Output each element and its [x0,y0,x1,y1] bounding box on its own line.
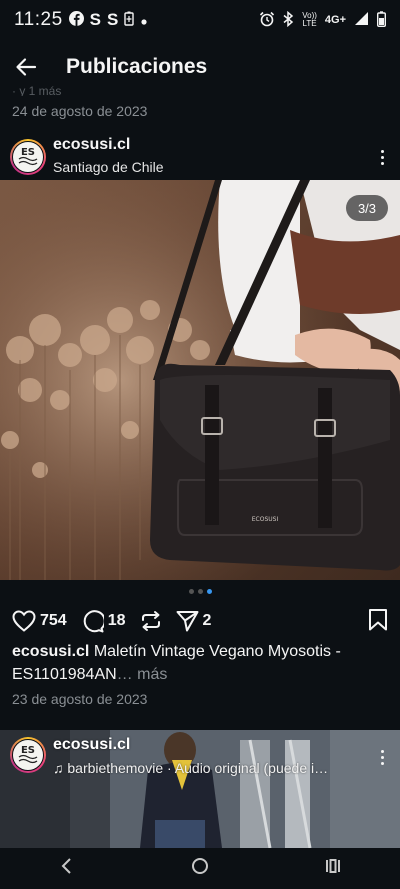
alarm-icon [259,11,275,30]
caption-more-link[interactable]: … más [117,666,168,683]
music-note-icon: ♫ [53,760,68,776]
photo-illustration: ECOSUSI [0,180,400,580]
caption-username[interactable]: ecosusi.cl [12,643,89,660]
carousel-counter: 3/3 [346,195,388,221]
next-post-username[interactable]: ecosusi.cl [53,736,130,754]
avatar[interactable]: ES [10,139,46,175]
more-dot [380,155,384,159]
audio-label: barbiethemovie · Audio original (puede i… [67,760,329,776]
like-count: 754 [40,612,67,629]
post-header: ES ecosusi.cl Santiago de Chile [0,134,400,180]
repost-icon [141,611,160,631]
carousel-dot [188,589,194,594]
share-button[interactable]: 2 [176,610,212,632]
ecosusi-logo-icon: ES [18,147,38,166]
more-dot [380,755,384,759]
comment-icon [83,609,104,632]
next-post-audio[interactable]: ♫ barbiethemovie · Audio original (puede… [53,760,363,776]
comment-count: 18 [107,612,126,629]
battery-saver-icon [124,10,135,31]
repost-button[interactable] [140,610,162,632]
post-username[interactable]: ecosusi.cl [53,136,130,154]
bag-brand: ECOSUSI [252,516,279,523]
heart-icon [12,610,36,632]
carousel-dot [197,589,203,594]
svg-text:ES: ES [21,147,35,158]
save-button[interactable] [368,608,388,637]
next-post-header: ES ecosusi.cl ♫ barbiethemovie · Audio o… [0,732,400,778]
more-options-button[interactable] [376,746,388,768]
avatar-logo: ES [12,739,44,771]
ecosusi-logo-icon: ES [18,745,38,764]
comment-button[interactable]: 18 [81,609,126,633]
bookmark-icon [369,609,387,631]
like-button[interactable]: 754 [12,610,67,632]
status-bar: 11:25 S S Vo)) LTE 4G+ [0,0,400,40]
recents-icon [326,859,341,873]
avatar-logo: ES [12,141,44,173]
more-dot [380,761,384,765]
nav-home-button[interactable] [190,856,210,881]
chevron-left-icon [61,858,71,874]
volte-icon: Vo)) LTE [302,12,317,28]
page-title: Publicaciones [66,55,208,78]
more-dot [380,749,384,753]
previous-post-snippet: · y 1 más [12,84,62,96]
post-date: 23 de agosto de 2023 [12,691,148,707]
status-right: Vo)) LTE 4G+ [259,10,386,30]
back-arrow-icon [16,58,37,76]
carousel-indicator [0,589,400,594]
signal-icon [354,11,369,29]
nav-back-button[interactable] [57,856,77,881]
share-count: 2 [202,612,212,629]
facebook-icon [68,10,84,31]
svg-text:ES: ES [21,745,35,756]
share-icon [176,611,198,632]
more-dot [380,149,384,153]
post-actions: 754 18 2 [0,606,400,636]
avatar[interactable]: ES [10,737,46,773]
status-time: 11:25 [14,9,63,30]
post-location[interactable]: Santiago de Chile [53,159,164,175]
network-type: 4G+ [324,14,346,26]
dot-icon [140,10,148,31]
s-app-icon: S [89,10,101,29]
post-caption[interactable]: ecosusi.cl Maletín Vintage Vegano Myosot… [12,640,390,686]
status-left: 11:25 S S [14,9,148,31]
carousel-dot-active [206,589,212,594]
system-nav-bar [0,848,400,889]
home-circle-icon [191,858,208,874]
nav-recents-button[interactable] [323,856,343,881]
previous-post-date: 24 de agosto de 2023 [12,103,148,119]
more-options-button[interactable] [376,146,388,168]
post-image[interactable]: ECOSUSI [0,180,400,580]
more-dot [380,161,384,165]
s-app-icon: S [106,10,119,29]
battery-icon [376,10,386,30]
lte-text: LTE [302,19,317,28]
bluetooth-icon [283,10,294,30]
